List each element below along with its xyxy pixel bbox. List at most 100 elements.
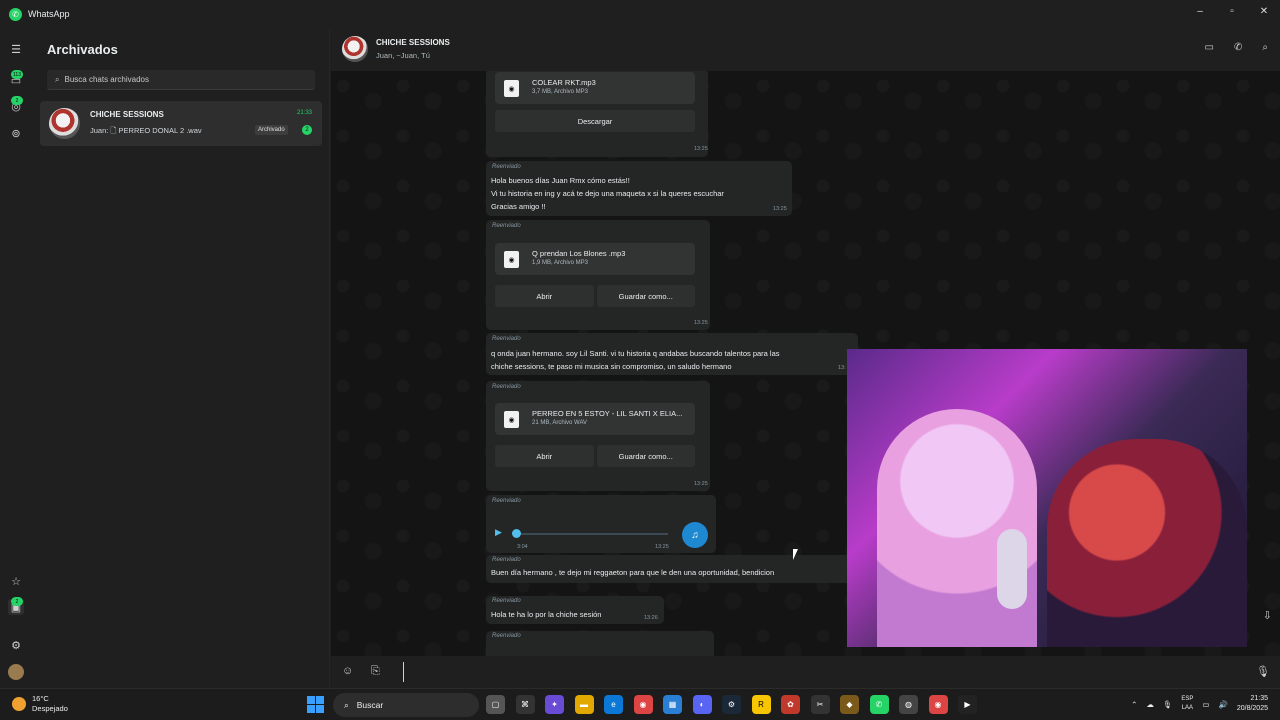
file-card[interactable]: ◉ Q prendan Los Blones .mp3 1,9 MB, Arch… xyxy=(495,243,695,275)
discord-icon[interactable]: ◐ xyxy=(692,695,712,714)
terminal-icon[interactable]: ⌘ xyxy=(515,695,535,714)
audio-track[interactable] xyxy=(513,533,668,535)
forwarded-label: Reenviado xyxy=(492,557,521,563)
obs-icon[interactable]: ◍ xyxy=(899,695,918,714)
chat-preview: Juan: 🗋 PERREO DONAL 2 .wav xyxy=(90,126,202,135)
forwarded-label: Reenviado xyxy=(492,164,521,170)
menu-icon[interactable]: ☰ xyxy=(8,41,24,57)
file-actions: Abrir Guardar como... xyxy=(495,285,695,307)
store-icon[interactable]: ▦ xyxy=(663,695,682,714)
forwarded-label: Reenviado xyxy=(492,498,521,504)
file-card[interactable]: ◉ PERREO EN 5 ESTOY - LIL SANTI X ELIA..… xyxy=(495,403,695,435)
attach-icon[interactable]: ⎘ xyxy=(371,665,380,678)
forwarded-label: Reenviado xyxy=(492,598,521,604)
search-input[interactable] xyxy=(64,75,285,84)
emoji-icon[interactable]: ☺ xyxy=(342,665,353,677)
search-box[interactable]: ⌕ xyxy=(47,70,315,90)
network-icon[interactable]: ▭ xyxy=(1202,700,1209,709)
message-text: Buen día hermano , te dejo mi reggaeton … xyxy=(491,568,775,577)
chevron-up-icon[interactable]: ⌃ xyxy=(1131,700,1137,709)
forwarded-label: Reenviado xyxy=(492,336,521,342)
close-button[interactable]: ✕ xyxy=(1248,0,1280,22)
file-explorer-icon[interactable]: ▬ xyxy=(574,695,594,714)
message-time: 13:25 xyxy=(694,320,708,326)
group-name: CHICHE SESSIONS xyxy=(376,38,450,47)
save-as-button[interactable]: Guardar como... xyxy=(596,285,695,307)
maximize-button[interactable]: ▫ xyxy=(1216,0,1248,22)
message-text: q onda juan hermano. soy Lil Santi. vi t… xyxy=(491,349,780,358)
temperature: 16°C xyxy=(32,694,49,703)
clock-time: 21:35 xyxy=(1250,695,1268,702)
task-view-icon[interactable]: ▢ xyxy=(486,695,505,714)
start-button[interactable] xyxy=(307,696,324,713)
forwarded-label: Reenviado xyxy=(492,633,521,639)
taskbar-search[interactable]: ⌕ Buscar xyxy=(333,693,479,717)
game-icon[interactable]: ◆ xyxy=(840,695,859,714)
chrome-profile-icon[interactable]: ◉ xyxy=(928,695,948,714)
voice-call-icon[interactable]: ✆ xyxy=(1234,42,1242,53)
chats-badge: 113 xyxy=(11,70,23,79)
photos-icon[interactable]: ✿ xyxy=(781,695,800,714)
microphone-icon[interactable]: 🎙 xyxy=(1256,665,1270,678)
download-button[interactable]: Descargar xyxy=(495,110,695,132)
conversation-header[interactable]: CHICHE SESSIONS Juan, ~Juan, Tú ▭ ✆ ⌕ xyxy=(331,28,1280,71)
capcut-icon[interactable]: ✂ xyxy=(810,695,830,714)
volume-icon[interactable]: 🔊 xyxy=(1219,700,1228,709)
edge-icon[interactable]: e xyxy=(604,695,623,714)
chat-name: CHICHE SESSIONS xyxy=(90,110,164,119)
chat-time: 21:33 xyxy=(296,110,312,116)
window-controls: – ▫ ✕ xyxy=(1184,0,1280,22)
text-message: Reenviado Hola te ha lo por la chiche se… xyxy=(486,596,664,624)
starred-icon[interactable]: ☆ xyxy=(8,573,24,589)
channels-icon[interactable]: ⊚ xyxy=(8,125,24,141)
clock[interactable]: 21:35 20/8/2025 xyxy=(1237,694,1268,714)
onedrive-icon[interactable]: ☁ xyxy=(1146,700,1154,709)
file-name: PERREO EN 5 ESTOY - LIL SANTI X ELIA... xyxy=(532,409,683,418)
search-icon: ⌕ xyxy=(55,74,60,84)
riot-icon[interactable]: R xyxy=(751,695,771,714)
chrome-icon[interactable]: ◉ xyxy=(633,695,653,714)
audio-scrubber[interactable] xyxy=(512,529,521,538)
message-time: 13:25 xyxy=(655,544,669,550)
system-tray: ⌃ ☁ 🎙 ESP LAA ▭ 🔊 21:35 20/8/2025 xyxy=(1131,694,1268,714)
settings-icon[interactable]: ⚙ xyxy=(8,637,24,653)
weather-widget[interactable]: 16°C Despejado xyxy=(12,694,68,714)
minimize-button[interactable]: – xyxy=(1184,0,1216,22)
title-bar: ✆ WhatsApp – ▫ ✕ xyxy=(0,0,1280,28)
message-text: Gracias amigo !! xyxy=(491,202,546,211)
archived-tag: Archivado xyxy=(255,125,288,135)
language-code: ESP xyxy=(1181,696,1194,702)
scroll-down-icon[interactable]: ⇩ xyxy=(1263,609,1272,622)
file-name: Q prendan Los Blones .mp3 xyxy=(532,249,626,258)
audio-message: Reenviado xyxy=(486,631,714,656)
search-icon: ⌕ xyxy=(344,699,349,710)
media-player-icon[interactable]: ▶ xyxy=(958,695,977,714)
play-icon[interactable]: ▶ xyxy=(495,527,502,538)
language-indicator[interactable]: ESP LAA xyxy=(1181,695,1193,713)
message-input[interactable] xyxy=(403,662,1203,682)
person-left xyxy=(877,409,1037,647)
chat-list-item[interactable]: CHICHE SESSIONS 21:33 Juan: 🗋 PERREO DON… xyxy=(40,101,322,146)
open-button[interactable]: Abrir xyxy=(495,445,594,467)
whatsapp-taskbar-icon[interactable]: ✆ xyxy=(869,695,889,714)
search-messages-icon[interactable]: ⌕ xyxy=(1262,42,1268,53)
video-call-icon[interactable]: ▭ xyxy=(1205,42,1214,53)
archived-panel: Archivados ⌕ CHICHE SESSIONS 21:33 Juan:… xyxy=(32,28,330,688)
save-as-button[interactable]: Guardar como... xyxy=(596,445,695,467)
file-message: Reenviado ◉ Q prendan Los Blones .mp3 1,… xyxy=(486,220,710,330)
status-badge: 2 xyxy=(11,96,23,105)
profile-avatar[interactable] xyxy=(8,664,24,680)
mic-tray-icon[interactable]: 🎙 xyxy=(1163,700,1173,709)
message-time: 13: xyxy=(838,365,846,371)
file-card[interactable]: ◉ COLEAR RKT.mp3 3,7 MB, Archivo MP3 xyxy=(495,72,695,104)
open-button[interactable]: Abrir xyxy=(495,285,594,307)
copilot-icon[interactable]: ✦ xyxy=(545,695,564,714)
group-avatar[interactable] xyxy=(342,36,368,62)
header-actions: ▭ ✆ ⌕ xyxy=(1205,42,1268,53)
clock-date: 20/8/2025 xyxy=(1236,705,1268,712)
file-name: COLEAR RKT.mp3 xyxy=(532,78,596,87)
taskbar-search-label: Buscar xyxy=(356,700,384,710)
panel-title: Archivados xyxy=(47,42,118,57)
steam-icon[interactable]: ⚙ xyxy=(722,695,741,714)
app-title: WhatsApp xyxy=(28,9,70,19)
